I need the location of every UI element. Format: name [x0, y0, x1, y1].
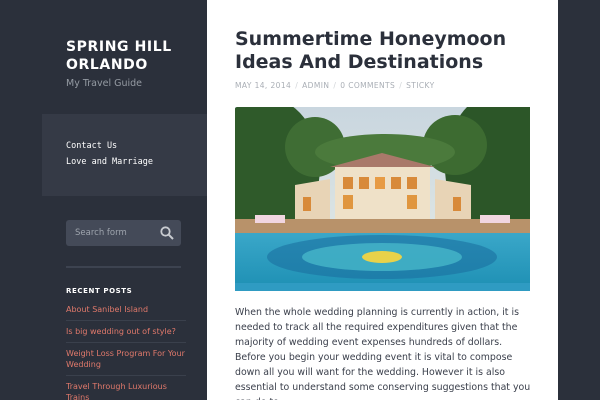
- search-icon[interactable]: [159, 225, 175, 241]
- post-excerpt: When the whole wedding planning is curre…: [235, 307, 531, 400]
- post-date[interactable]: MAY 14, 2014: [235, 81, 291, 90]
- recent-posts-heading: RECENT POSTS: [66, 287, 133, 295]
- sidebar: SPRING HILL ORLANDO My Travel Guide Cont…: [0, 0, 207, 400]
- nav-menu: Contact Us Love and Marriage: [42, 114, 207, 196]
- post-comments[interactable]: 0 COMMENTS: [340, 81, 395, 90]
- featured-image[interactable]: [235, 107, 530, 291]
- post-meta: MAY 14, 2014/ADMIN/0 COMMENTS / STICKY: [235, 81, 435, 90]
- sidebar-divider: [66, 266, 181, 268]
- recent-post-link[interactable]: About Sanibel Island: [66, 304, 186, 321]
- recent-post-link[interactable]: Is big wedding out of style?: [66, 326, 186, 343]
- recent-post-link[interactable]: Travel Through Luxurious Trains: [66, 381, 186, 400]
- recent-posts-list: About Sanibel Island Is big wedding out …: [66, 304, 186, 400]
- search-input[interactable]: Search form: [66, 220, 181, 246]
- post-title[interactable]: Summertime Honeymoon Ideas And Destinati…: [235, 28, 535, 74]
- site-title[interactable]: SPRING HILL ORLANDO: [66, 38, 201, 74]
- post-author[interactable]: ADMIN: [302, 81, 329, 90]
- main-content: Summertime Honeymoon Ideas And Destinati…: [207, 0, 558, 400]
- right-margin: [558, 0, 600, 400]
- site-tagline: My Travel Guide: [66, 78, 142, 89]
- menu-item-contact-us[interactable]: Contact Us: [66, 141, 117, 151]
- recent-post-link[interactable]: Weight Loss Program For Your Wedding: [66, 348, 186, 376]
- search-placeholder: Search form: [75, 228, 127, 238]
- menu-item-love-and-marriage[interactable]: Love and Marriage: [66, 157, 153, 167]
- post-sticky: STICKY: [406, 81, 435, 90]
